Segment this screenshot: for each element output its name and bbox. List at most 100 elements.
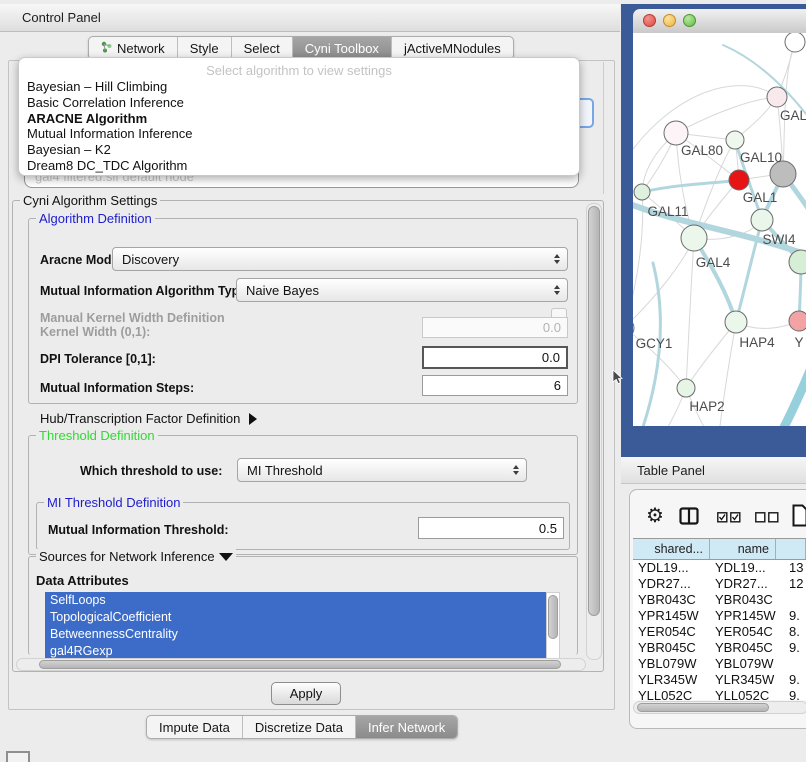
settings-horizontal-scrollbar[interactable] <box>16 658 586 671</box>
table-row[interactable]: YDL19...YDL19...13 <box>633 560 806 576</box>
table-cell: YBR043C <box>633 592 710 608</box>
network-node-gal[interactable] <box>767 87 787 107</box>
tab-jactivemnodules[interactable]: jActiveMNodules <box>391 37 513 59</box>
table-cell <box>776 656 806 672</box>
split-columns-icon[interactable] <box>679 507 699 525</box>
tab-select[interactable]: Select <box>231 37 292 59</box>
gear-icon[interactable]: ⚙ <box>646 503 664 528</box>
collapsed-arrow-icon <box>249 413 257 425</box>
algorithm-option-bayesian-hill-climbing[interactable]: Bayesian – Hill Climbing <box>19 79 579 95</box>
network-node-label: HAP4 <box>739 335 775 350</box>
network-node-label: SWI4 <box>762 232 795 247</box>
algorithm-option-basic-correlation-inference[interactable]: Basic Correlation Inference <box>19 95 579 111</box>
data-attribute-selfloops[interactable]: SelfLoops <box>45 592 546 609</box>
minimize-traffic-light-icon[interactable] <box>663 14 676 27</box>
kernel-width-value: 0.0 <box>543 320 561 335</box>
table-cell: 9. <box>776 688 806 700</box>
data-attributes-label: Data Attributes <box>36 573 129 588</box>
network-window-titlebar[interactable] <box>633 9 806 34</box>
which-threshold-combobox[interactable]: MI Threshold <box>237 458 527 482</box>
network-node-hap4[interactable] <box>725 311 747 333</box>
tab-cyni-toolbox[interactable]: Cyni Toolbox <box>292 37 391 59</box>
dpi-tolerance-value: 0.0 <box>542 350 560 365</box>
network-edge <box>676 97 777 133</box>
close-traffic-light-icon[interactable] <box>643 14 656 27</box>
deselect-all-checkboxes-icon[interactable] <box>755 512 779 523</box>
table-cell <box>776 592 806 608</box>
table-row[interactable]: YLR345WYLR345W9. <box>633 672 806 688</box>
table-row[interactable]: YDR27...YDR27...12 <box>633 576 806 592</box>
apply-button-label: Apply <box>290 686 323 701</box>
expanded-arrow-icon <box>219 553 233 561</box>
algorithm-option-dream8-dc-tdc-algorithm[interactable]: Dream8 DC_TDC Algorithm <box>19 158 579 174</box>
table-row[interactable]: YPR145WYPR145W9. <box>633 608 806 624</box>
sources-toggle[interactable]: Sources for Network Inference <box>36 549 236 564</box>
attributes-scrollbar[interactable] <box>546 592 560 662</box>
tab-network[interactable]: Network <box>89 37 177 59</box>
algorithm-option-aracne-algorithm[interactable]: ARACNE Algorithm <box>19 111 579 127</box>
algorithm-dropdown-placeholder: Select algorithm to view settings <box>19 62 579 79</box>
table-cell: 13 <box>776 560 806 576</box>
algorithm-option-mutual-information-inference[interactable]: Mutual Information Inference <box>19 126 579 142</box>
network-node[interactable] <box>785 33 805 52</box>
docked-panel-icon[interactable] <box>6 751 30 762</box>
network-node-label: GAL11 <box>647 204 688 219</box>
network-node-label: GAL80 <box>681 143 723 158</box>
table-row[interactable]: YBR045CYBR045C9. <box>633 640 806 656</box>
table-header-row: shared...name <box>633 538 806 560</box>
network-node-gal11[interactable] <box>634 184 650 200</box>
table-row[interactable]: YER054CYER054C8. <box>633 624 806 640</box>
algorithm-option-bayesian-k2[interactable]: Bayesian – K2 <box>19 142 579 158</box>
data-attributes-list[interactable]: SelfLoopsTopologicalCoefficientBetweenne… <box>45 592 546 660</box>
dpi-tolerance-input[interactable]: 0.0 <box>422 346 568 369</box>
mi-algorithm-type-value: Naive Bayes <box>246 283 319 298</box>
tab-impute-data[interactable]: Impute Data <box>147 716 242 738</box>
mi-threshold-input[interactable]: 0.5 <box>418 517 564 539</box>
bottom-tabbar: Impute DataDiscretize Data Infer Network <box>146 715 458 739</box>
network-node-gal1[interactable] <box>729 170 749 190</box>
aracne-mode-combobox[interactable]: Discovery <box>112 247 568 271</box>
select-all-checkboxes-icon[interactable] <box>717 512 741 523</box>
table-row[interactable]: YBR043CYBR043C <box>633 592 806 608</box>
network-graph: GALGAL80GAL10GAL1GAL11SWI4GAL4GCY1HAP4YH… <box>633 33 806 426</box>
network-edge <box>633 192 643 328</box>
network-node-gal10[interactable] <box>726 131 744 149</box>
kernel-width-input[interactable]: 0.0 <box>422 317 568 338</box>
settings-vertical-scrollbar[interactable] <box>586 203 602 660</box>
tab-style[interactable]: Style <box>177 37 231 59</box>
table-row[interactable]: YLL052CYLL052C9. <box>633 688 806 700</box>
mi-steps-input[interactable]: 6 <box>422 375 568 396</box>
table-panel-title: Table Panel <box>637 463 705 478</box>
data-attribute-topologicalcoefficient[interactable]: TopologicalCoefficient <box>45 609 546 626</box>
aracne-mode-label: Aracne Mode: <box>40 253 123 267</box>
column-header-shared[interactable]: shared... <box>633 539 710 559</box>
table-row[interactable]: YBL079WYBL079W <box>633 656 806 672</box>
network-node-gal4[interactable] <box>681 225 707 251</box>
mi-algorithm-type-combobox[interactable]: Naive Bayes <box>236 278 568 302</box>
data-attribute-betweennesscentrality[interactable]: BetweennessCentrality <box>45 626 546 643</box>
apply-button[interactable]: Apply <box>271 682 341 705</box>
tab-label: Select <box>244 41 280 56</box>
mi-threshold-group-title: MI Threshold Definition <box>44 495 183 510</box>
tab-label: Cyni Toolbox <box>305 41 379 56</box>
network-node-hap2[interactable] <box>677 379 695 397</box>
tab-label: Infer Network <box>368 720 445 735</box>
tab-infer-network[interactable]: Infer Network <box>355 716 457 738</box>
column-header-name[interactable]: name <box>710 539 776 559</box>
document-icon[interactable] <box>792 504 806 528</box>
table-cell: YLR345W <box>710 672 776 688</box>
network-node-gal80[interactable] <box>664 121 688 145</box>
table-cell: YDR27... <box>633 576 710 592</box>
table-cell: YPR145W <box>710 608 776 624</box>
table-body: YDL19...YDL19...13YDR27...YDR27...12YBR0… <box>633 560 806 700</box>
network-node-swi4[interactable] <box>751 209 773 231</box>
table-horizontal-scrollbar[interactable] <box>633 701 806 714</box>
network-node-y[interactable] <box>789 311 806 331</box>
zoom-traffic-light-icon[interactable] <box>683 14 696 27</box>
tab-discretize-data[interactable]: Discretize Data <box>242 716 355 738</box>
column-header-2[interactable] <box>776 539 806 559</box>
table-cell: YBL079W <box>633 656 710 672</box>
network-canvas[interactable]: GALGAL80GAL10GAL1GAL11SWI4GAL4GCY1HAP4YH… <box>633 33 806 426</box>
hub-definition-toggle[interactable]: Hub/Transcription Factor Definition <box>40 411 257 426</box>
table-cell: 9. <box>776 640 806 656</box>
